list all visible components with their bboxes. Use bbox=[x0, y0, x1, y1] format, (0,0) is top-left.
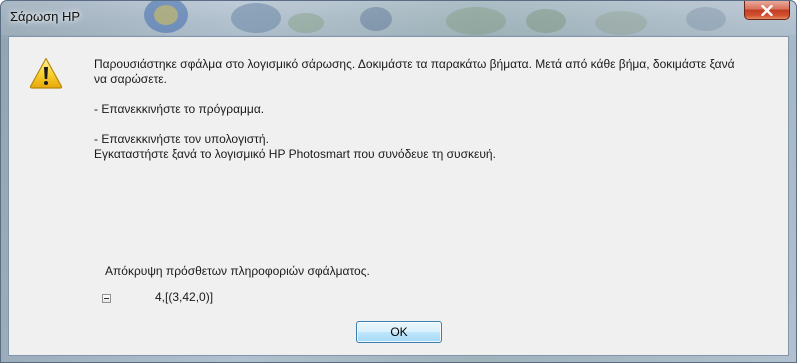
ok-button[interactable]: OK bbox=[356, 321, 442, 343]
message-line-2: να σαρώσετε. bbox=[94, 72, 167, 86]
step-restart-computer: - Επανεκκινήστε τον υπολογιστή. bbox=[94, 132, 269, 146]
dialog-content: Παρουσιάστηκε σφάλμα στο λογισμικό σάρωσ… bbox=[8, 36, 789, 356]
error-details-row: 4,[(3,42,0)] bbox=[102, 290, 213, 305]
title-bar[interactable]: Σάρωση HP bbox=[1, 1, 796, 35]
step-reinstall-software: Εγκαταστήστε ξανά το λογισμικό HP Photos… bbox=[94, 147, 496, 161]
error-code: 4,[(3,42,0)] bbox=[155, 290, 214, 304]
close-button[interactable] bbox=[744, 1, 790, 20]
window-title: Σάρωση HP bbox=[10, 9, 81, 24]
warning-icon bbox=[29, 57, 63, 89]
message-line-1: Παρουσιάστηκε σφάλμα στο λογισμικό σάρωσ… bbox=[94, 57, 735, 71]
hide-details-link[interactable]: Απόκρυψη πρόσθετων πληροφοριών σφάλματος… bbox=[105, 264, 370, 278]
title-bar-background bbox=[1, 1, 796, 35]
dialog-window: Σάρωση HP Παρουσιάστηκε σφάλμα στο λογισ… bbox=[0, 0, 797, 363]
step-restart-program: - Επανεκκινήστε το πρόγραμμα. bbox=[94, 102, 265, 116]
close-icon bbox=[761, 4, 773, 16]
error-message: Παρουσιάστηκε σφάλμα στο λογισμικό σάρωσ… bbox=[94, 57, 774, 162]
collapse-icon[interactable] bbox=[102, 293, 111, 303]
